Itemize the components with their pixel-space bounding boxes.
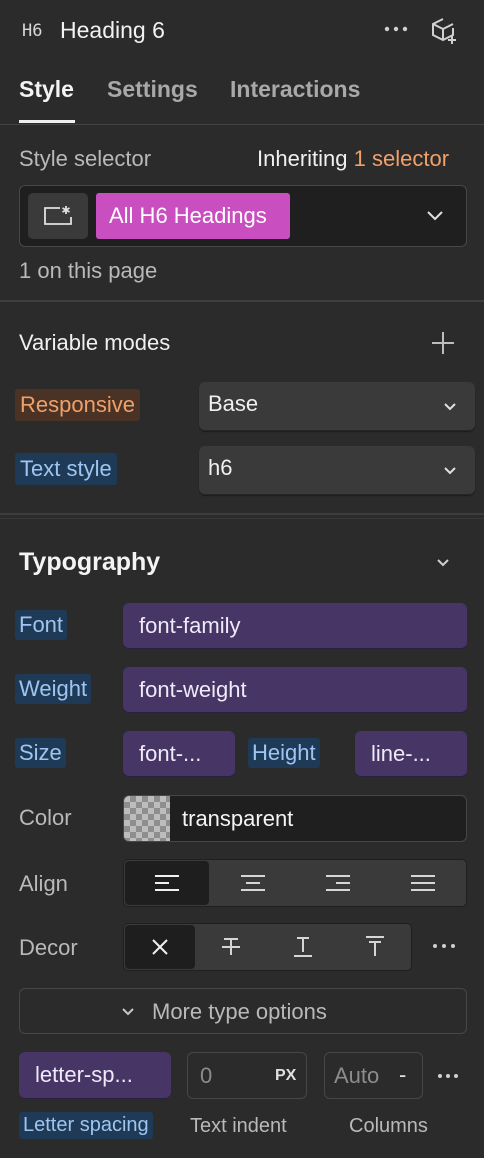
height-label-text: Height xyxy=(252,740,316,765)
selector-chip[interactable]: All H6 Headings xyxy=(96,193,290,239)
style-selector-label: Style selector xyxy=(19,146,152,171)
columns-label: Columns xyxy=(349,1115,428,1137)
decor-strikethrough-button[interactable] xyxy=(196,925,266,969)
letter-spacing-label[interactable]: Letter spacing xyxy=(19,1112,153,1139)
text-indent-value: 0 xyxy=(200,1063,213,1088)
responsive-select-value: Base xyxy=(208,391,259,416)
responsive-select[interactable]: Base xyxy=(199,382,475,431)
weight-variable-value: font-weight xyxy=(139,677,247,702)
typography-collapse-chevron-icon[interactable] xyxy=(436,558,450,568)
letter-spacing-variable-value: letter-sp... xyxy=(35,1062,133,1087)
selector-divider xyxy=(0,300,484,302)
variable-modes-divider xyxy=(0,513,484,515)
tab-style-underline xyxy=(19,120,75,123)
text-indent-unit[interactable]: PX xyxy=(275,1067,296,1085)
columns-stepper[interactable]: - xyxy=(399,1062,406,1088)
inheriting-text: Inheriting 1 selector xyxy=(257,146,449,172)
align-justify-button[interactable] xyxy=(381,861,465,905)
font-variable-value: font-family xyxy=(139,613,241,638)
typography-title: Typography xyxy=(19,548,161,576)
color-swatch[interactable] xyxy=(124,796,170,841)
size-variable-field[interactable]: font-... xyxy=(123,731,235,777)
text-indent-label: Text indent xyxy=(190,1115,287,1137)
text-style-select-value: h6 xyxy=(208,455,233,480)
color-value: transparent xyxy=(182,806,294,831)
more-type-options-label: More type options xyxy=(152,999,327,1024)
columns-field[interactable]: Auto - xyxy=(324,1052,423,1099)
text-style-select[interactable]: h6 xyxy=(199,446,475,495)
size-variable-value: font-... xyxy=(139,741,202,766)
text-style-chevron-icon xyxy=(443,466,457,476)
spacing-more-icon[interactable] xyxy=(437,1071,459,1081)
selector-field[interactable]: All H6 Headings xyxy=(19,185,467,247)
align-left-button[interactable] xyxy=(125,861,209,905)
tab-settings[interactable]: Settings xyxy=(107,76,198,103)
responsive-label-text: Responsive xyxy=(20,392,135,417)
height-label[interactable]: Height xyxy=(248,738,320,768)
inheriting-prefix: Inheriting xyxy=(257,146,348,171)
selector-chip-label: All H6 Headings xyxy=(109,203,267,228)
letter-spacing-label-text: Letter spacing xyxy=(23,1114,149,1136)
text-style-label[interactable]: Text style xyxy=(15,453,117,485)
text-indent-field[interactable]: 0 PX xyxy=(187,1052,307,1099)
selector-state-icon[interactable] xyxy=(28,193,88,239)
tabs-divider xyxy=(0,124,484,125)
weight-label-text: Weight xyxy=(19,676,88,701)
font-label-text: Font xyxy=(19,612,64,637)
add-variable-mode-icon[interactable] xyxy=(431,331,455,355)
font-label[interactable]: Font xyxy=(15,610,68,640)
on-this-page-count: 1 on this page xyxy=(19,258,158,283)
align-right-button[interactable] xyxy=(296,861,380,905)
tab-style[interactable]: Style xyxy=(19,76,74,103)
weight-variable-field[interactable]: font-weight xyxy=(123,667,467,713)
height-variable-value: line-... xyxy=(371,741,431,766)
responsive-label[interactable]: Responsive xyxy=(15,389,140,421)
decor-segmented-control[interactable] xyxy=(123,923,412,971)
size-label-text: Size xyxy=(19,740,62,765)
add-component-icon[interactable] xyxy=(430,16,460,46)
decor-more-icon[interactable] xyxy=(432,941,456,951)
weight-label[interactable]: Weight xyxy=(15,674,92,704)
inheriting-selector-link[interactable]: 1 selector xyxy=(354,146,449,171)
decor-none-button[interactable] xyxy=(125,925,195,969)
align-label: Align xyxy=(19,871,68,896)
align-center-button[interactable] xyxy=(211,861,295,905)
columns-value: Auto xyxy=(334,1063,380,1088)
text-style-label-text: Text style xyxy=(20,456,112,481)
decor-underline-button[interactable] xyxy=(267,925,338,969)
more-type-options-button[interactable]: More type options xyxy=(19,988,467,1034)
responsive-chevron-icon xyxy=(443,402,457,412)
tab-interactions[interactable]: Interactions xyxy=(230,76,360,103)
color-label: Color xyxy=(19,805,72,830)
height-variable-field[interactable]: line-... xyxy=(355,731,467,777)
decor-overline-button[interactable] xyxy=(339,925,410,969)
letter-spacing-variable-field[interactable]: letter-sp... xyxy=(19,1052,171,1099)
more-type-options-chevron-icon xyxy=(121,1007,135,1017)
size-label[interactable]: Size xyxy=(15,738,66,768)
align-segmented-control[interactable] xyxy=(123,859,467,907)
element-name: Heading 6 xyxy=(60,17,165,43)
variable-modes-divider-2 xyxy=(0,518,484,519)
element-tag: H6 xyxy=(22,21,43,41)
color-field[interactable]: transparent xyxy=(123,795,467,842)
font-variable-field[interactable]: font-family xyxy=(123,603,467,649)
variable-modes-title: Variable modes xyxy=(19,330,171,355)
decor-label: Decor xyxy=(19,935,78,960)
more-options-icon[interactable] xyxy=(383,22,409,36)
selector-dropdown-chevron-icon[interactable] xyxy=(426,210,444,222)
